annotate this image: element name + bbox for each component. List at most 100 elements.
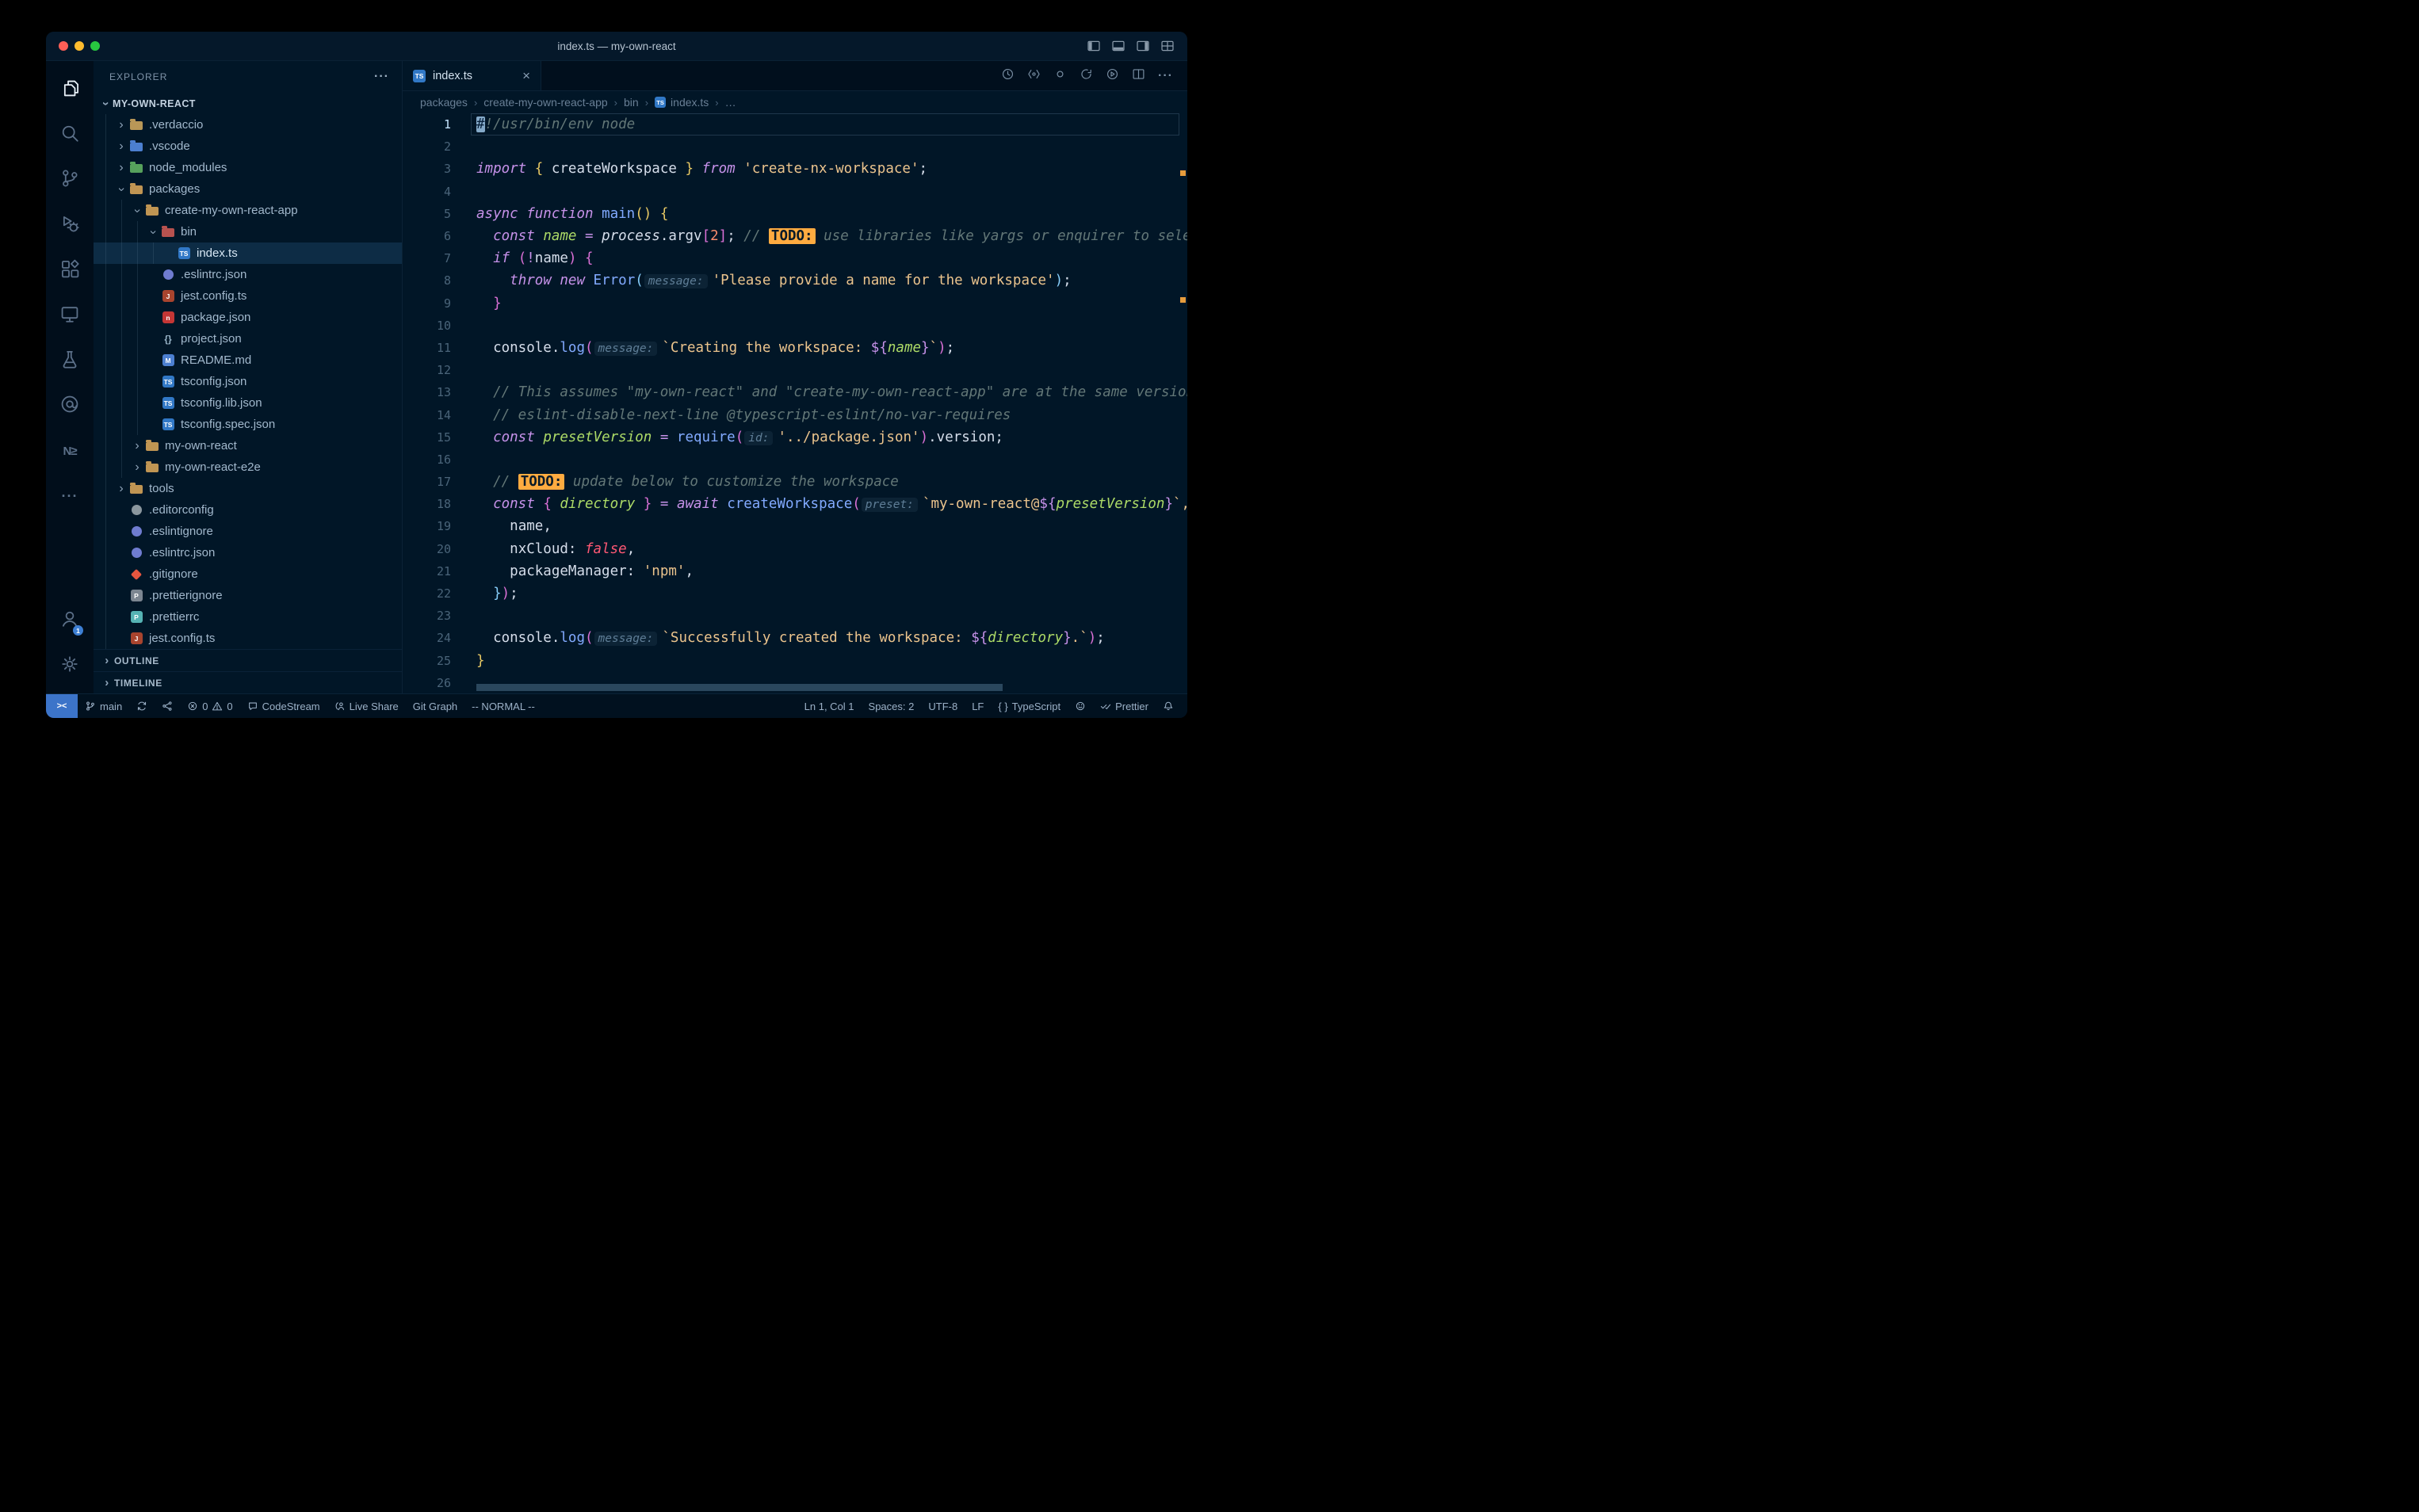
line-number[interactable]: 16	[403, 452, 451, 467]
line-number[interactable]: 13	[403, 385, 451, 399]
refresh-icon[interactable]	[1080, 67, 1093, 85]
status-eol-sequence[interactable]: LF	[965, 694, 991, 718]
line-number[interactable]: 24	[403, 631, 451, 645]
status-git-sync[interactable]	[129, 694, 155, 718]
code-line[interactable]: 22 });	[403, 582, 1187, 605]
code-line[interactable]: 19 name,	[403, 515, 1187, 537]
status-formatter-prettier[interactable]: Prettier	[1093, 694, 1156, 718]
tree-item-tsconfig-json[interactable]: TStsconfig.json	[94, 371, 402, 392]
code-line[interactable]: 11 console.log(message:`Creating the wor…	[403, 337, 1187, 359]
tree-item--prettierrc[interactable]: P.prettierrc	[94, 606, 402, 628]
breadcrumb-item[interactable]: bin	[624, 96, 639, 109]
local-history-icon[interactable]	[1001, 67, 1015, 85]
tree-item-index-ts[interactable]: TSindex.ts	[94, 242, 402, 264]
code-line-text[interactable]: packageManager: 'npm',	[451, 563, 694, 579]
code-line-text[interactable]: console.log(message:`Successfully create…	[451, 630, 1105, 646]
status-share-graph[interactable]	[155, 694, 180, 718]
status-language-mode[interactable]: { }TypeScript	[991, 694, 1068, 718]
breadcrumb-item[interactable]: create-my-own-react-app	[483, 96, 607, 109]
activity-item-settings[interactable]	[50, 643, 90, 689]
line-number[interactable]: 7	[403, 251, 451, 265]
code-line-text[interactable]: const name = process.argv[2]; // TODO: u…	[451, 228, 1187, 244]
code-line[interactable]: 25}	[403, 650, 1187, 672]
activity-item-source-control[interactable]	[50, 158, 90, 203]
tree-item-package-json[interactable]: npackage.json	[94, 307, 402, 328]
line-number[interactable]: 5	[403, 207, 451, 221]
code-line[interactable]: 12	[403, 359, 1187, 381]
code-line[interactable]: 7 if (!name) {	[403, 247, 1187, 269]
code-line[interactable]: 18 const { directory } = await createWor…	[403, 493, 1187, 515]
line-number[interactable]: 19	[403, 519, 451, 533]
status-cursor-position[interactable]: Ln 1, Col 1	[797, 694, 862, 718]
line-number[interactable]: 17	[403, 475, 451, 489]
tree-item-my-own-react-e2e[interactable]: ›my-own-react-e2e	[94, 456, 402, 478]
code-line-text[interactable]: name,	[451, 518, 552, 534]
activity-item-more-views[interactable]: ···	[50, 474, 90, 519]
tree-item-jest-config-ts[interactable]: Jjest.config.ts	[94, 285, 402, 307]
line-number[interactable]: 10	[403, 319, 451, 333]
code-line[interactable]: 9 }	[403, 292, 1187, 315]
breadcrumb-item[interactable]: packages	[420, 96, 468, 109]
split-editor-icon[interactable]	[1132, 67, 1145, 85]
code-line[interactable]: 8 throw new Error(message:'Please provid…	[403, 269, 1187, 292]
activity-item-run-and-debug[interactable]	[50, 203, 90, 248]
code-line-text[interactable]: async function main() {	[451, 206, 668, 222]
tree-item-packages[interactable]: ›packages	[94, 178, 402, 200]
activity-item-codestream[interactable]	[50, 384, 90, 429]
code-line[interactable]: 21 packageManager: 'npm',	[403, 560, 1187, 582]
tree-item--eslintrc-json[interactable]: .eslintrc.json	[94, 264, 402, 285]
code-line-text[interactable]: // TODO: update below to customize the w…	[451, 474, 899, 490]
tree-item--verdaccio[interactable]: ›.verdaccio	[94, 114, 402, 136]
code-line-text[interactable]: if (!name) {	[451, 250, 594, 266]
tab-close-button[interactable]: ×	[522, 69, 530, 82]
customize-layout-icon[interactable]	[1160, 39, 1175, 53]
tree-item-create-my-own-react-app[interactable]: ›create-my-own-react-app	[94, 200, 402, 221]
line-number[interactable]: 23	[403, 609, 451, 623]
more-actions-icon[interactable]: ···	[1158, 69, 1173, 83]
toggle-panel-icon[interactable]	[1111, 39, 1125, 53]
line-number[interactable]: 15	[403, 430, 451, 445]
code-line-text[interactable]: console.log(message:`Creating the worksp…	[451, 340, 954, 356]
line-number[interactable]: 3	[403, 162, 451, 176]
tree-item--eslintignore[interactable]: .eslintignore	[94, 521, 402, 542]
status-notifications[interactable]	[1156, 694, 1181, 718]
line-number[interactable]: 8	[403, 273, 451, 288]
compare-changes-icon[interactable]	[1027, 67, 1041, 85]
activity-item-search[interactable]	[50, 113, 90, 158]
code-line[interactable]: 14 // eslint-disable-next-line @typescri…	[403, 403, 1187, 426]
line-number[interactable]: 25	[403, 654, 451, 668]
toggle-secondary-sidebar-icon[interactable]	[1136, 39, 1150, 53]
activity-item-explorer[interactable]	[50, 67, 90, 113]
tree-item-tsconfig-spec-json[interactable]: TStsconfig.spec.json	[94, 414, 402, 435]
code-line[interactable]: 16	[403, 449, 1187, 471]
line-number[interactable]: 14	[403, 408, 451, 422]
status-git-branch[interactable]: main	[78, 694, 129, 718]
section-timeline[interactable]: ›TIMELINE	[94, 671, 402, 693]
horizontal-scrollbar[interactable]	[476, 684, 1003, 691]
code-editor[interactable]: 1#!/usr/bin/env node 23 import { createWor…	[403, 113, 1187, 693]
code-line-text[interactable]: nxCloud: false,	[451, 541, 635, 557]
toggle-primary-sidebar-icon[interactable]	[1087, 39, 1101, 53]
open-changes-icon[interactable]	[1053, 67, 1067, 85]
line-number[interactable]: 12	[403, 363, 451, 377]
status-encoding[interactable]: UTF-8	[921, 694, 965, 718]
tree-item-tools[interactable]: ›tools	[94, 478, 402, 499]
line-number[interactable]: 4	[403, 185, 451, 199]
code-line-text[interactable]: import { createWorkspace } from 'create-…	[451, 161, 927, 177]
explorer-more-actions-button[interactable]: ···	[374, 70, 389, 84]
line-number[interactable]: 22	[403, 586, 451, 601]
activity-item-nx-console[interactable]: N≥	[50, 429, 90, 474]
code-line[interactable]: 10	[403, 315, 1187, 337]
breadcrumb-item[interactable]: …	[725, 96, 736, 109]
line-number[interactable]: 1	[403, 117, 451, 132]
code-line[interactable]: 17 // TODO: update below to customize th…	[403, 471, 1187, 493]
code-line-text[interactable]: throw new Error(message:'Please provide …	[451, 273, 1072, 288]
code-line-text[interactable]: #!/usr/bin/env node	[451, 116, 635, 132]
line-number[interactable]: 9	[403, 296, 451, 311]
line-number[interactable]: 20	[403, 542, 451, 556]
tree-item--editorconfig[interactable]: .editorconfig	[94, 499, 402, 521]
status-feedback[interactable]	[1068, 694, 1093, 718]
code-line-text[interactable]: }	[451, 296, 502, 311]
activity-item-remote-explorer[interactable]	[50, 293, 90, 338]
tab-index-ts[interactable]: TS index.ts ×	[403, 61, 541, 90]
